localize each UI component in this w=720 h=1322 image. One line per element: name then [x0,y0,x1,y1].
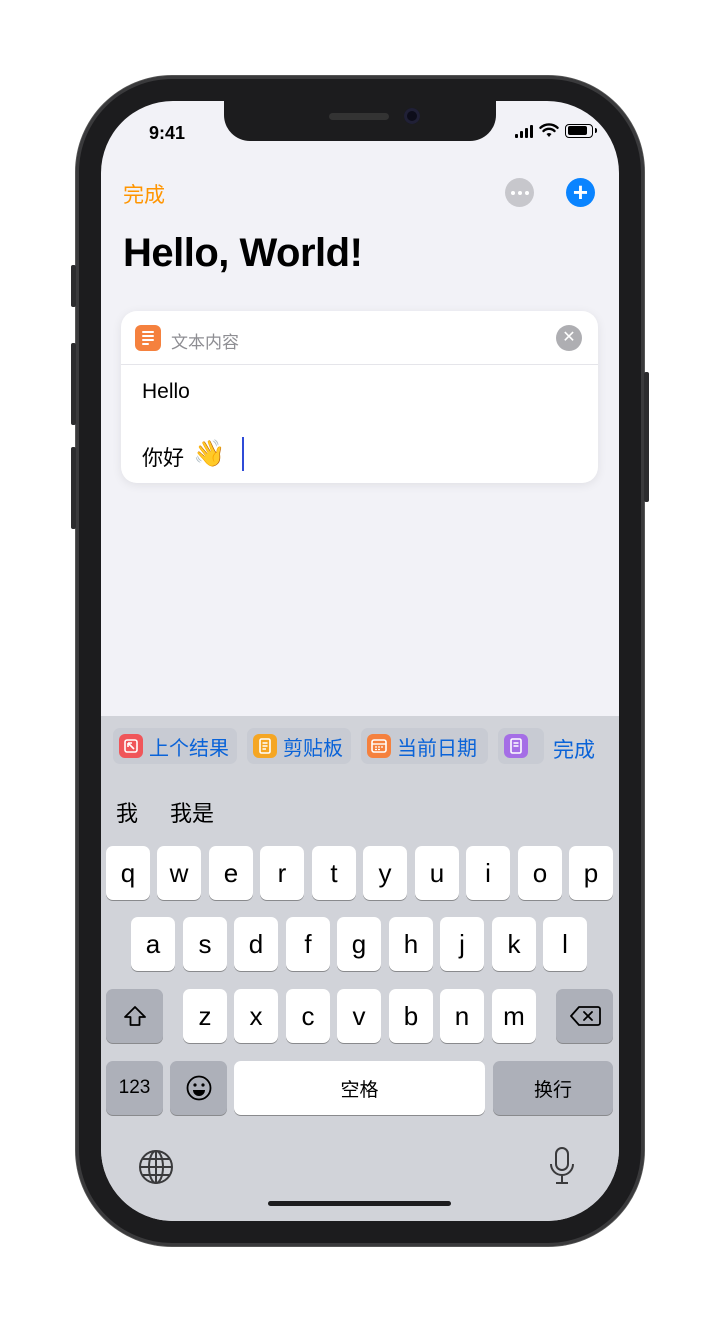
front-camera [404,108,420,124]
more-options-button[interactable] [505,178,534,207]
key-n[interactable]: n [440,989,484,1043]
side-button-volume-down [71,447,76,529]
card-header: 文本内容 ✕ [121,311,598,365]
key-z[interactable]: z [183,989,227,1043]
home-indicator[interactable] [268,1201,451,1206]
globe-icon[interactable] [137,1148,175,1186]
key-h[interactable]: h [389,917,433,971]
key-a[interactable]: a [131,917,175,971]
key-x[interactable]: x [234,989,278,1043]
emoji-icon [186,1075,211,1101]
notch [224,101,496,141]
status-time: 9:41 [149,123,186,143]
candidate-word[interactable]: 我是 [170,796,214,828]
shift-key[interactable] [106,989,163,1043]
text-action-card: 文本内容 ✕ Hello 你好 👋 [121,311,598,483]
key-y[interactable]: y [363,846,407,900]
variable-suggestion-current-date[interactable]: 当前日期 [361,728,488,764]
add-action-button[interactable]: + [566,178,595,207]
dot-icon [524,190,529,195]
side-button-volume-up [71,343,76,425]
cellular-signal-icon [515,124,533,138]
key-c[interactable]: c [286,989,330,1043]
key-p[interactable]: p [569,846,613,900]
key-i[interactable]: i [466,846,510,900]
variable-suggestion-partial[interactable] [498,728,544,764]
key-k[interactable]: k [492,917,536,971]
device-details-icon [504,734,528,758]
shift-icon [123,1006,146,1026]
key-j[interactable]: j [440,917,484,971]
variable-suggestion-clipboard[interactable]: 剪贴板 [247,728,351,764]
return-key[interactable]: 换行 [493,1061,613,1115]
variable-suggestion-previous-result[interactable]: 上个结果 [113,728,237,764]
waving-hand-emoji: 👋 [193,438,226,468]
key-e[interactable]: e [209,846,253,900]
key-u[interactable]: u [415,846,459,900]
keyboard-done-button[interactable]: 完成 [553,734,595,764]
space-key[interactable]: 空格 [234,1061,485,1115]
key-r[interactable]: r [260,846,304,900]
key-g[interactable]: g [337,917,381,971]
calendar-icon [367,734,391,758]
key-w[interactable]: w [157,846,201,900]
key-o[interactable]: o [518,846,562,900]
key-l[interactable]: l [543,917,587,971]
key-m[interactable]: m [492,989,536,1043]
status-icons [515,123,597,138]
side-button-mute [71,265,76,307]
previous-result-icon [119,734,143,758]
done-button[interactable]: 完成 [123,179,165,209]
suggestion-label: 当前日期 [397,737,477,760]
text-line[interactable]: 你好 [142,442,184,472]
page-title: Hello, World! [123,231,363,275]
battery-icon [565,123,597,138]
speaker [329,113,389,120]
key-b[interactable]: b [389,989,433,1043]
numbers-key[interactable]: 123 [106,1061,163,1115]
screen: 9:41 完成 + Hello, World! 文本内容 ✕ Hello 你好 … [101,101,619,1221]
suggestion-label: 剪贴板 [283,737,343,760]
wifi-icon [539,123,559,137]
suggestion-label: 上个结果 [149,737,229,760]
key-t[interactable]: t [312,846,356,900]
key-q[interactable]: q [106,846,150,900]
text-icon [135,325,161,351]
candidate-word[interactable]: 我 [116,796,138,828]
dot-icon [517,190,522,195]
backspace-icon [569,1006,601,1026]
text-line[interactable]: Hello [142,380,190,404]
key-d[interactable]: d [234,917,278,971]
card-title: 文本内容 [171,333,239,352]
key-f[interactable]: f [286,917,330,971]
clear-icon[interactable]: ✕ [556,325,582,351]
emoji-key[interactable] [170,1061,227,1115]
delete-key[interactable] [556,989,613,1043]
text-cursor [242,437,244,471]
microphone-icon[interactable] [548,1146,576,1186]
key-v[interactable]: v [337,989,381,1043]
side-button-power [644,372,649,502]
key-s[interactable]: s [183,917,227,971]
dot-icon [510,190,515,195]
clipboard-icon [253,734,277,758]
keyboard: 上个结果 剪贴板 当前日期 完成 我 我是 q w e r t y u i o … [101,716,619,1221]
